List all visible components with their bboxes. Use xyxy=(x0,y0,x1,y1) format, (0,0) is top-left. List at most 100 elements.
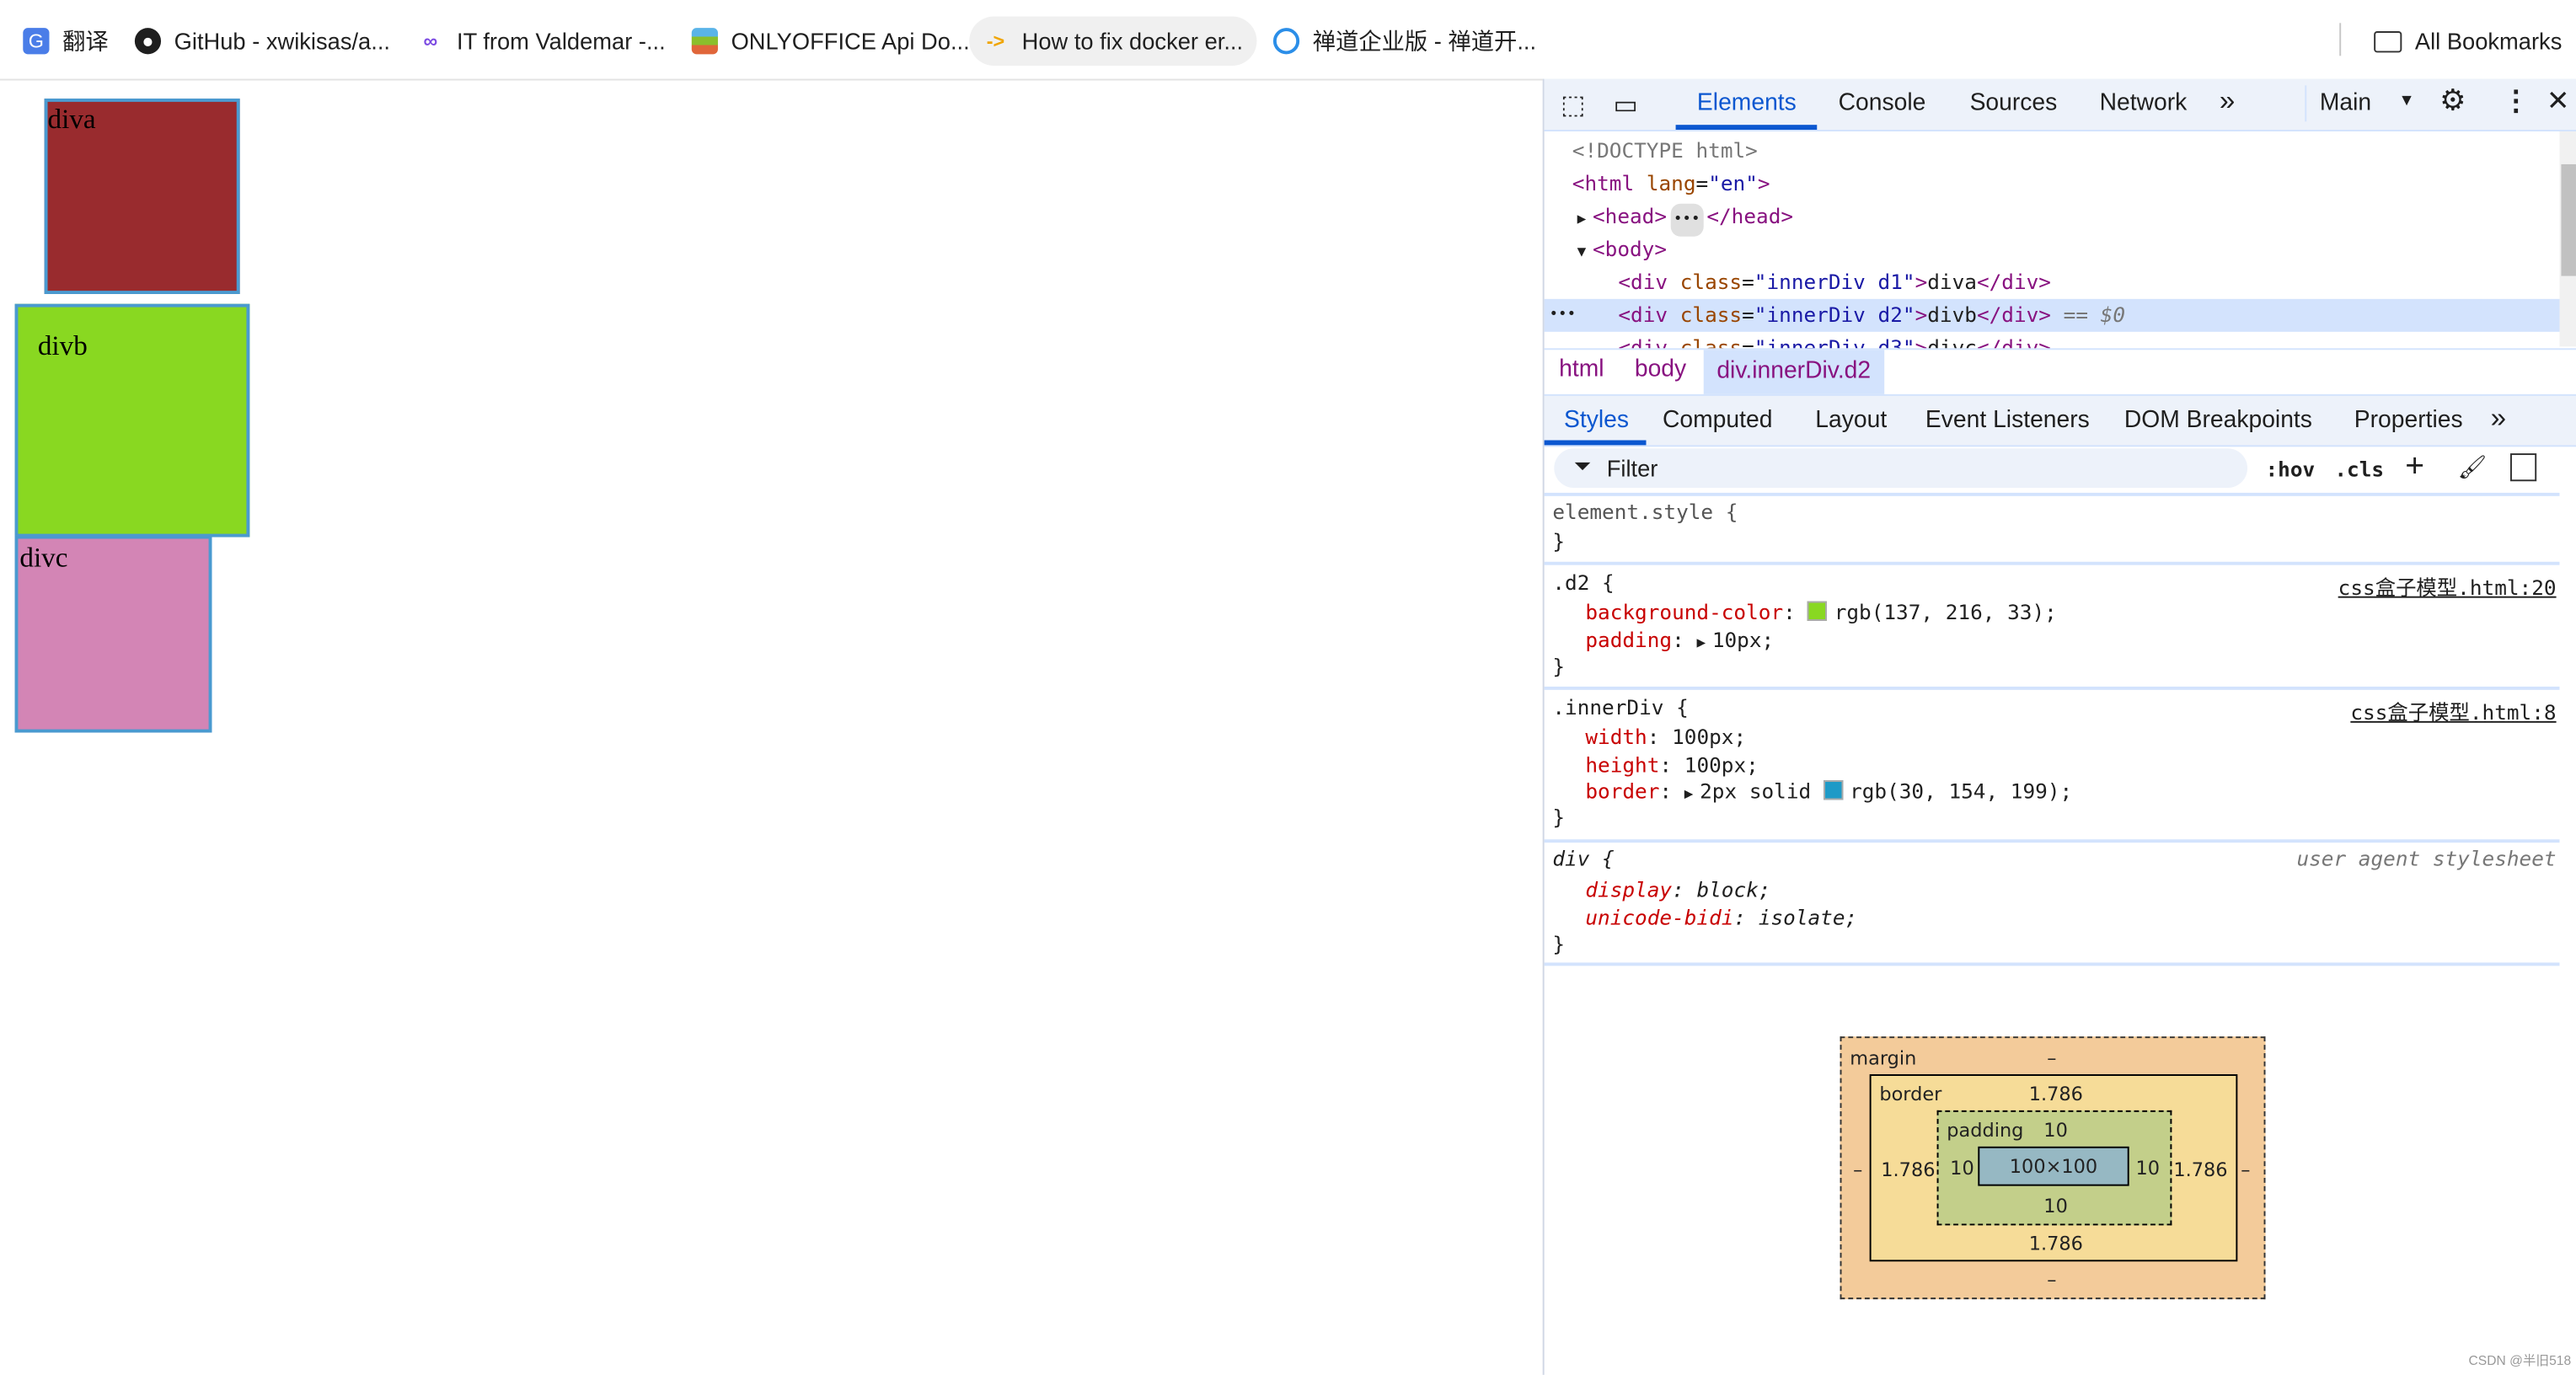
bookmark-docker[interactable]: -> How to fix docker er... xyxy=(969,16,1256,66)
zentao-icon xyxy=(1272,28,1300,55)
rule-close: } xyxy=(1552,931,1566,956)
declaration-width[interactable]: width: 100px; xyxy=(1585,725,1746,749)
rule-selector[interactable]: element.style { xyxy=(1552,500,1738,524)
dom-node-html[interactable]: <html lang="en"> xyxy=(1545,168,2576,201)
bookmark-label: How to fix docker er... xyxy=(1021,28,1244,55)
caret-down-icon[interactable]: ▼ xyxy=(2398,92,2414,110)
more-subtabs-button[interactable]: » xyxy=(2491,403,2506,436)
color-swatch[interactable] xyxy=(1807,601,1828,621)
active-tab-indicator xyxy=(1675,125,1818,131)
rule-element-style: element.style { } xyxy=(1544,496,2560,565)
close-icon[interactable]: ✕ xyxy=(2547,85,2570,118)
padding-left[interactable]: 10 xyxy=(1950,1157,1974,1180)
rule-source-link[interactable]: css盒子模型.html:8 xyxy=(2350,695,2556,726)
new-rule-icon[interactable]: + xyxy=(2405,448,2424,486)
bookmark-label: 翻译 xyxy=(62,28,109,55)
device-toolbar-icon[interactable]: ▭ xyxy=(1614,88,1638,121)
collapse-triangle-icon[interactable]: ▼ xyxy=(1577,244,1587,260)
kebab-menu-icon[interactable]: ⋮ xyxy=(2502,85,2530,118)
border-right[interactable]: 1.786 xyxy=(2173,1158,2227,1180)
declaration-padding[interactable]: padding: ▶ 10px; xyxy=(1585,628,1774,652)
color-swatch[interactable] xyxy=(1823,780,1844,800)
breadcrumb-body[interactable]: body xyxy=(1635,356,1686,383)
hov-button[interactable]: :hov xyxy=(2265,457,2315,481)
padding-top[interactable]: 10 xyxy=(2043,1119,2068,1142)
dom-scrollbar[interactable] xyxy=(2559,131,2576,347)
dom-node-div-selected[interactable]: ••• <div class="innerDiv d2">divb</div> =… xyxy=(1544,298,2576,332)
gear-icon[interactable]: ⚙ xyxy=(2439,83,2466,118)
page-viewport: diva divb divc xyxy=(0,80,1541,1375)
paint-brush-icon[interactable]: 🖌 xyxy=(2458,453,2488,481)
declaration-unicode-bidi: unicode-bidi: isolate; xyxy=(1585,905,1858,930)
onlyoffice-icon xyxy=(691,28,718,55)
filter-input[interactable]: ⏷ Filter xyxy=(1554,448,2248,489)
inspect-element-icon[interactable]: ⬚ xyxy=(1561,88,1585,121)
margin-right[interactable]: – xyxy=(2241,1158,2250,1180)
border-top[interactable]: 1.786 xyxy=(2029,1083,2083,1105)
subtab-styles[interactable]: Styles xyxy=(1564,408,1629,434)
declaration-background-color[interactable]: background-color: rgb(137, 216, 33); xyxy=(1585,600,2056,624)
tab-sources[interactable]: Sources xyxy=(1970,90,2058,116)
all-bookmarks-button[interactable]: All Bookmarks xyxy=(2374,16,2562,65)
styles-subtabs: Styles Computed Layout Event Listeners D… xyxy=(1544,393,2576,447)
more-tabs-button[interactable]: » xyxy=(2220,85,2235,118)
bookmark-label: IT from Valdemar -... xyxy=(456,28,666,55)
padding-right[interactable]: 10 xyxy=(2135,1157,2160,1180)
margin-bottom[interactable]: – xyxy=(2047,1268,2056,1291)
margin-left[interactable]: – xyxy=(1853,1158,1862,1180)
subtab-layout[interactable]: Layout xyxy=(1815,408,1887,434)
box-diva: diva xyxy=(44,98,240,294)
border-label: border xyxy=(1879,1082,1942,1106)
bookmark-zentao[interactable]: 禅道企业版 - 禅道开... xyxy=(1272,16,1536,65)
breadcrumb-div[interactable]: div.innerDiv.d2 xyxy=(1703,350,1884,394)
bookmark-onlyoffice[interactable]: ONLYOFFICE Api Do... xyxy=(691,16,970,65)
rule-selector[interactable]: .d2 { xyxy=(1552,570,1614,595)
subtab-properties[interactable]: Properties xyxy=(2354,408,2463,434)
selected-marker: == $0 xyxy=(2063,302,2126,327)
subtab-dom-breakpoints[interactable]: DOM Breakpoints xyxy=(2124,408,2312,434)
rule-source-link[interactable]: css盒子模型.html:20 xyxy=(2338,570,2557,602)
border-left[interactable]: 1.786 xyxy=(1881,1158,1935,1180)
bookmark-github[interactable]: ● GitHub - xwikisas/a... xyxy=(134,16,390,65)
content-box[interactable]: 100×100 xyxy=(1978,1146,2129,1186)
bookmark-valdemar[interactable]: ∞ IT from Valdemar -... xyxy=(417,16,666,65)
bookmark-label: ONLYOFFICE Api Do... xyxy=(731,28,970,55)
margin-top[interactable]: – xyxy=(2047,1046,2056,1069)
subtab-event-listeners[interactable]: Event Listeners xyxy=(1925,408,2090,434)
tab-elements[interactable]: Elements xyxy=(1697,90,1797,116)
box-text: divb xyxy=(37,329,88,361)
declaration-height[interactable]: height: 100px; xyxy=(1585,752,1758,777)
expand-triangle-icon[interactable]: ▶ xyxy=(1577,211,1587,227)
breadcrumb: html body div.innerDiv.d2 xyxy=(1544,348,2576,394)
cls-button[interactable]: .cls xyxy=(2334,457,2384,481)
dom-node-head[interactable]: ▶ <head> ••• </head> xyxy=(1545,201,2576,237)
context-selector[interactable]: Main xyxy=(2320,90,2371,116)
subtab-computed[interactable]: Computed xyxy=(1663,408,1772,434)
bookmark-translate[interactable]: G 翻译 xyxy=(23,16,109,65)
toggle-sidebar-icon[interactable] xyxy=(2509,453,2537,482)
active-subtab-indicator xyxy=(1544,440,1647,446)
tab-console[interactable]: Console xyxy=(1839,90,1926,116)
tab-network[interactable]: Network xyxy=(2100,90,2188,116)
google-translate-icon: G xyxy=(23,28,50,55)
ellipsis-icon[interactable]: ••• xyxy=(1669,203,1704,237)
padding-bottom[interactable]: 10 xyxy=(2043,1194,2068,1217)
breadcrumb-html[interactable]: html xyxy=(1559,356,1604,383)
dom-node-div[interactable]: <div class="innerDiv d3">divc</div> xyxy=(1545,332,2576,349)
github-icon: ● xyxy=(134,28,162,55)
border-box: border 1.786 1.786 1.786 1.786 padding 1… xyxy=(1869,1074,2238,1262)
rule-user-agent: div { user agent stylesheet display: blo… xyxy=(1544,843,2560,966)
box-model-diagram: margin – – – – border 1.786 1.786 1.786 … xyxy=(1840,1036,2266,1300)
declaration-border[interactable]: border: ▶ 2px solid rgb(30, 154, 199); xyxy=(1585,778,2072,803)
devtools-toolbar: ⬚ ▭ Elements Console Sources Network » M… xyxy=(1544,78,2576,131)
dom-node-div[interactable]: <div class="innerDiv d1">diva</div> xyxy=(1545,266,2576,299)
padding-label: padding xyxy=(1947,1118,2024,1142)
infinity-icon: ∞ xyxy=(423,29,438,53)
dom-node-body[interactable]: ▼ <body> xyxy=(1545,233,2576,266)
border-bottom[interactable]: 1.786 xyxy=(2029,1232,2083,1255)
ellipsis-icon[interactable]: ••• xyxy=(1549,299,1576,332)
filter-icon: ⏷ xyxy=(1573,453,1592,479)
rule-selector[interactable]: .innerDiv { xyxy=(1552,695,1688,720)
content-size: 100×100 xyxy=(2009,1154,2098,1178)
padding-box: padding 10 10 10 10 100×100 xyxy=(1936,1110,2172,1226)
